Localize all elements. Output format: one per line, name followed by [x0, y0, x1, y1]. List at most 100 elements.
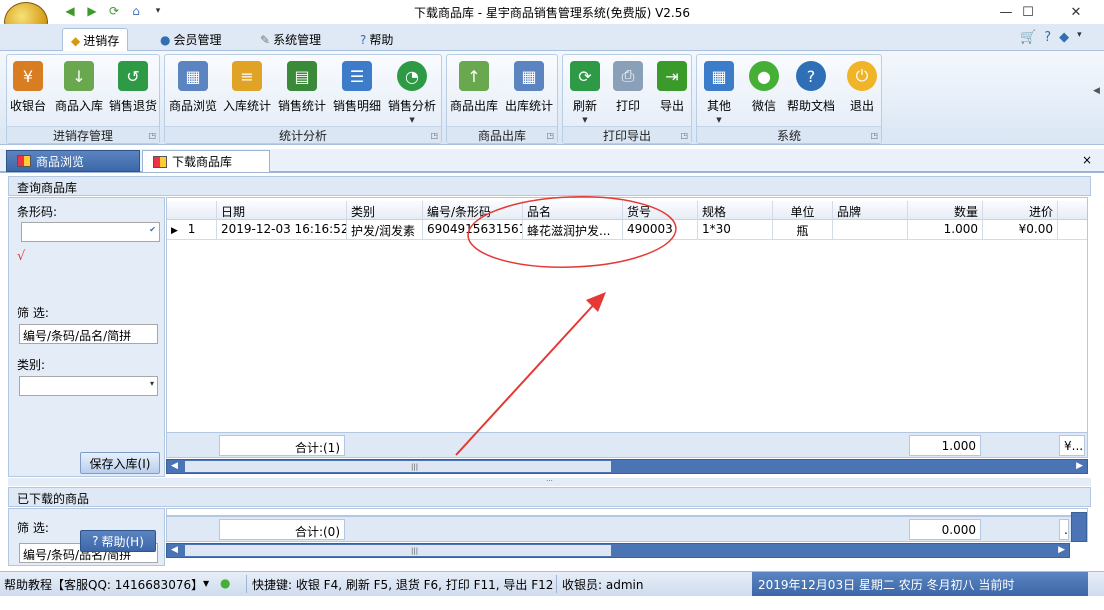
col-header-barcode[interactable]: 编号/条形码 [423, 201, 523, 220]
tools-tab-icon: ✎ [260, 32, 271, 47]
table-row[interactable]: ▶ 1 2019-12-03 16:16:52 护发/润发素 690491563… [167, 220, 1087, 240]
help-button[interactable]: ? 帮助(H) [80, 530, 156, 552]
sales-analysis-button[interactable]: ◔ 销售分析 ▼ [388, 61, 436, 124]
scroll-thumb[interactable]: ||| [185, 545, 611, 556]
category-select[interactable]: ▾ [19, 376, 158, 396]
dialog-launcher-icon[interactable]: ◳ [546, 131, 554, 140]
barcode-label: 条形码: [17, 205, 58, 219]
tab-member-label: 会员管理 [173, 33, 222, 47]
downloaded-section-header: 已下载的商品 [8, 487, 1091, 507]
return-icon: ↺ [118, 61, 148, 91]
scroll-thumb[interactable]: ||| [185, 461, 611, 472]
doc-tab-download-library[interactable]: 下载商品库 [142, 150, 270, 172]
close-tab-icon[interactable]: × [1082, 153, 1092, 167]
group-statistics-text: 统计分析 [278, 129, 327, 143]
dialog-launcher-icon[interactable]: ◳ [430, 131, 438, 140]
export-button[interactable]: ⇥ 导出 [657, 61, 687, 114]
export-icon: ⇥ [657, 61, 687, 91]
wechat-label: 微信 [751, 99, 776, 113]
stock-out-stats-button[interactable]: ▦ 出库统计 [505, 61, 553, 114]
tab-member[interactable]: ● 会员管理 [152, 28, 230, 51]
ribbon-options-icon[interactable]: ▾ [1077, 30, 1082, 45]
tab-inventory[interactable]: ◆ 进销存 [62, 28, 129, 52]
horizontal-scrollbar[interactable]: ◀ ||| ▶ [166, 459, 1088, 474]
sales-stats-button[interactable]: ▤ 销售统计 [278, 61, 326, 114]
skin-icon[interactable]: ◆ [1059, 30, 1069, 45]
downloaded-vertical-scrollbar[interactable] [1071, 512, 1087, 542]
sales-detail-button[interactable]: ☰ 销售明细 [333, 61, 381, 114]
group-inventory-text: 进销存管理 [52, 129, 113, 143]
scroll-right-icon[interactable]: ▶ [1058, 545, 1065, 555]
cell-date: 2019-12-03 16:16:52 [217, 220, 347, 239]
row-indicator: ▶ 1 [167, 220, 217, 239]
window-title: 下载商品库 - 星宇商品销售管理系统(免费版) V2.56 [413, 6, 691, 20]
col-header-item-no[interactable]: 货号 [623, 201, 698, 220]
dialog-launcher-icon[interactable]: ◳ [680, 131, 688, 140]
downloaded-summary-row: 合计:(0) 0.000 . [166, 516, 1088, 542]
refresh-button[interactable]: ⟳ 刷新 ▼ [570, 61, 600, 124]
dialog-launcher-icon[interactable]: ◳ [870, 131, 878, 140]
status-datetime-text: 2019年12月03日 星期二 农历 冬月初八 当前时间:16:16:57 [758, 578, 1015, 609]
grid-header: 日期 类别 编号/条形码 品名 货号 规格 单位 品牌 数量 进价 [167, 201, 1087, 220]
scroll-left-icon[interactable]: ◀ [171, 545, 178, 555]
col-header-name[interactable]: 品名 [523, 201, 623, 220]
help-docs-button[interactable]: ? 帮助文档 [787, 61, 835, 114]
col-header-unit[interactable]: 单位 [773, 201, 833, 220]
col-header-date[interactable]: 日期 [217, 201, 347, 220]
filter-input[interactable]: 编号/条码/品名/简拼 [19, 324, 158, 344]
cell-qty: 1.000 [908, 220, 983, 239]
stock-out-button[interactable]: ↑ 商品出库 [450, 61, 498, 114]
col-header-spec[interactable]: 规格 [698, 201, 773, 220]
help-button-label: 帮助(H) [101, 534, 144, 549]
sales-card-icon: ▤ [287, 61, 317, 91]
col-header-category[interactable]: 类别 [347, 201, 423, 220]
group-stock-out: ↑ 商品出库 ▦ 出库统计 商品出库 ◳ [446, 54, 558, 144]
cashier-label: 收银台 [10, 99, 47, 113]
close-button[interactable]: ✕ [1056, 0, 1096, 24]
stock-in-label: 商品入库 [55, 99, 104, 113]
status-help-text[interactable]: 帮助教程【客服QQ: 1416683076】 [4, 576, 203, 593]
sales-analysis-label: 销售分析 [388, 99, 437, 113]
tab-system[interactable]: ✎ 系统管理 [252, 28, 329, 51]
cashier-button[interactable]: ¥ 收银台 [10, 61, 46, 114]
cell-brand [833, 220, 908, 239]
downloaded-qty-total: 0.000 [909, 519, 981, 540]
help-circle-icon[interactable]: ? [1044, 30, 1051, 45]
barcode-combo[interactable]: ✔ [21, 222, 160, 242]
sales-stats-label: 销售统计 [278, 99, 327, 113]
maximize-button[interactable]: ☐ [1008, 0, 1048, 24]
tab-help[interactable]: ? 帮助 [352, 28, 401, 51]
stock-in-button[interactable]: ↓ 商品入库 [55, 61, 103, 114]
status-cashier: 收银员: admin [562, 578, 644, 592]
document-icon [153, 155, 167, 168]
scroll-left-icon[interactable]: ◀ [171, 461, 178, 471]
chevron-down-icon: ✔ [149, 225, 156, 234]
col-header-brand[interactable]: 品牌 [833, 201, 908, 220]
downloaded-horizontal-scrollbar[interactable]: ◀ ||| ▶ [166, 543, 1070, 558]
stock-in-stats-button[interactable]: ≡ 入库统计 [223, 61, 271, 114]
scroll-right-icon[interactable]: ▶ [1076, 461, 1083, 471]
col-header-qty[interactable]: 数量 [908, 201, 983, 220]
exit-button[interactable]: ⏻ 退出 [847, 61, 877, 114]
col-header-price[interactable]: 进价 [983, 201, 1058, 220]
dropdown-arrow-icon[interactable]: ▼ [203, 579, 209, 588]
filter-label: 筛 选: [17, 306, 49, 320]
wechat-button[interactable]: ● 微信 [749, 61, 779, 114]
splitter[interactable]: ··· [8, 478, 1091, 486]
query-section-title: 查询商品库 [17, 181, 78, 195]
doc-tab-product-browse[interactable]: 商品浏览 [6, 150, 140, 172]
sales-return-button[interactable]: ↺ 销售退货 [109, 61, 157, 114]
save-to-stock-button[interactable]: 保存入库(I) [80, 452, 160, 474]
tab-system-label: 系统管理 [273, 33, 322, 47]
ribbon-collapse-icon[interactable]: ◀ [1093, 86, 1100, 96]
wechat-icon[interactable]: ● [220, 576, 230, 590]
other-button[interactable]: ▦ 其他 ▼ [704, 61, 734, 124]
dialog-launcher-icon[interactable]: ◳ [148, 131, 156, 140]
group-system: ▦ 其他 ▼ ● 微信 ? 帮助文档 ⏻ 退出 系统 ◳ [696, 54, 882, 144]
print-button[interactable]: ⎙ 打印 [613, 61, 643, 114]
pie-chart-icon: ◔ [397, 61, 427, 91]
group-statistics-label: 统计分析 ◳ [165, 126, 441, 143]
cell-item-no: 490003 [623, 220, 698, 239]
product-browse-button[interactable]: ▦ 商品浏览 [169, 61, 217, 114]
cart-icon[interactable]: 🛒 [1020, 30, 1036, 45]
